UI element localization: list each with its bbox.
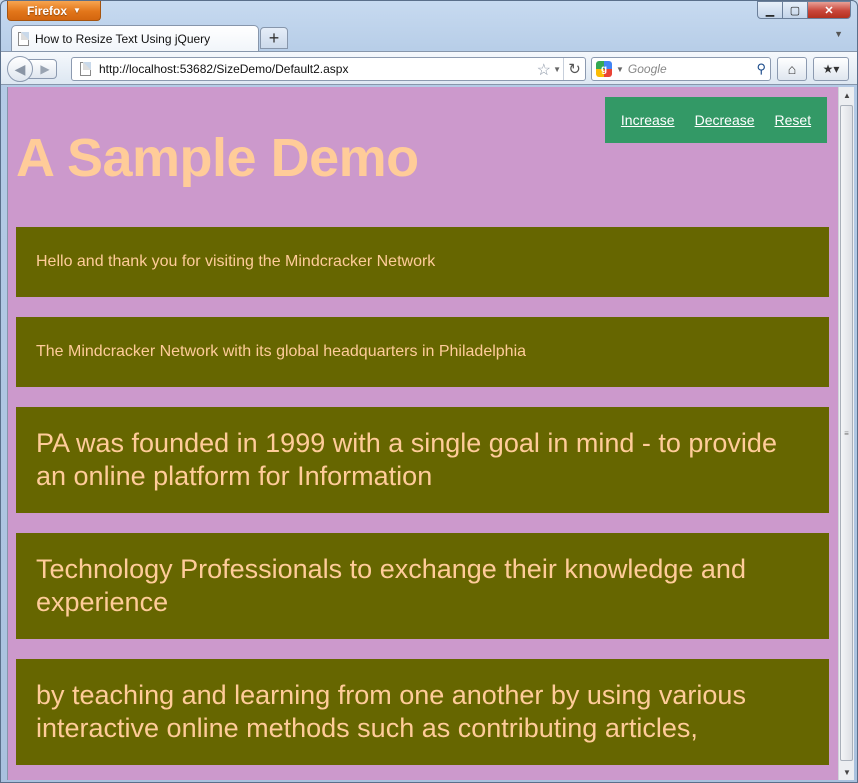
tab-active[interactable]: How to Resize Text Using jQuery	[11, 25, 259, 51]
title-bar: Firefox ▼ ▁ ▢ ✕	[1, 1, 857, 23]
vertical-scrollbar[interactable]: ▲ ≡ ▼	[838, 87, 854, 780]
paragraph-2: The Mindcracker Network with its global …	[16, 317, 829, 387]
firefox-menu-button[interactable]: Firefox ▼	[7, 1, 101, 21]
paragraph-text: PA was founded in 1999 with a single goa…	[36, 428, 777, 491]
bookmarks-icon[interactable]: ★▾	[813, 57, 849, 81]
url-history-chevron-icon[interactable]: ▼	[553, 65, 561, 74]
page-viewport: Increase Decrease Reset A Sample Demo He…	[7, 87, 854, 780]
page-icon	[18, 31, 29, 46]
home-icon[interactable]: ⌂	[777, 57, 807, 81]
increase-link[interactable]: Increase	[621, 112, 675, 128]
close-window-button[interactable]: ✕	[807, 1, 851, 19]
minimize-button[interactable]: ▁	[757, 1, 783, 19]
url-text: http://localhost:53682/SizeDemo/Default2…	[99, 62, 349, 76]
paragraph-text: The Mindcracker Network with its global …	[36, 343, 527, 360]
plus-icon: +	[268, 27, 280, 48]
reset-link[interactable]: Reset	[775, 112, 812, 128]
paragraph-text: by teaching and learning from one anothe…	[36, 680, 746, 743]
back-forward-group: ◀ ▶	[7, 56, 65, 82]
page-content: Increase Decrease Reset A Sample Demo He…	[8, 87, 839, 780]
url-bar[interactable]: http://localhost:53682/SizeDemo/Default2…	[71, 57, 586, 81]
new-tab-button[interactable]: +	[260, 27, 288, 49]
browser-window: Firefox ▼ ▁ ▢ ✕ How to Resize Text Using…	[0, 0, 858, 783]
paragraph-1: Hello and thank you for visiting the Min…	[16, 227, 829, 297]
chevron-down-icon: ▼	[73, 6, 81, 15]
search-placeholder: Google	[627, 62, 667, 76]
star-icon[interactable]: ☆	[537, 60, 551, 80]
paragraph-3: PA was founded in 1999 with a single goa…	[16, 407, 829, 513]
resize-toolbar: Increase Decrease Reset	[605, 97, 827, 143]
paragraph-text: Technology Professionals to exchange the…	[36, 554, 746, 617]
tab-bar: How to Resize Text Using jQuery + ▼	[1, 23, 857, 51]
scroll-down-arrow-icon[interactable]: ▼	[839, 764, 854, 780]
decrease-link[interactable]: Decrease	[695, 112, 755, 128]
reload-icon[interactable]: ↻	[563, 58, 585, 80]
magnifier-icon[interactable]: ⚲	[756, 61, 766, 77]
paragraph-4: Technology Professionals to exchange the…	[16, 533, 829, 639]
tab-title: How to Resize Text Using jQuery	[35, 31, 211, 46]
firefox-menu-label: Firefox	[27, 3, 68, 18]
maximize-button[interactable]: ▢	[782, 1, 808, 19]
scroll-up-arrow-icon[interactable]: ▲	[839, 87, 854, 103]
search-engine-chevron-icon[interactable]: ▼	[616, 65, 624, 74]
site-page-icon	[80, 62, 91, 76]
page-title: A Sample Demo	[16, 128, 419, 188]
back-arrow-icon[interactable]: ◀	[7, 56, 33, 82]
tab-list-chevron-icon[interactable]: ▼	[834, 29, 843, 39]
navigation-toolbar: ◀ ▶ http://localhost:53682/SizeDemo/Defa…	[1, 51, 857, 85]
search-bar[interactable]: g ▼ Google ⚲	[591, 57, 771, 81]
window-controls: ▁ ▢ ✕	[757, 1, 851, 19]
paragraph-5: by teaching and learning from one anothe…	[16, 659, 829, 765]
scrollbar-thumb[interactable]: ≡	[840, 105, 853, 761]
paragraph-text: Hello and thank you for visiting the Min…	[36, 253, 436, 270]
google-icon[interactable]: g	[596, 61, 612, 77]
